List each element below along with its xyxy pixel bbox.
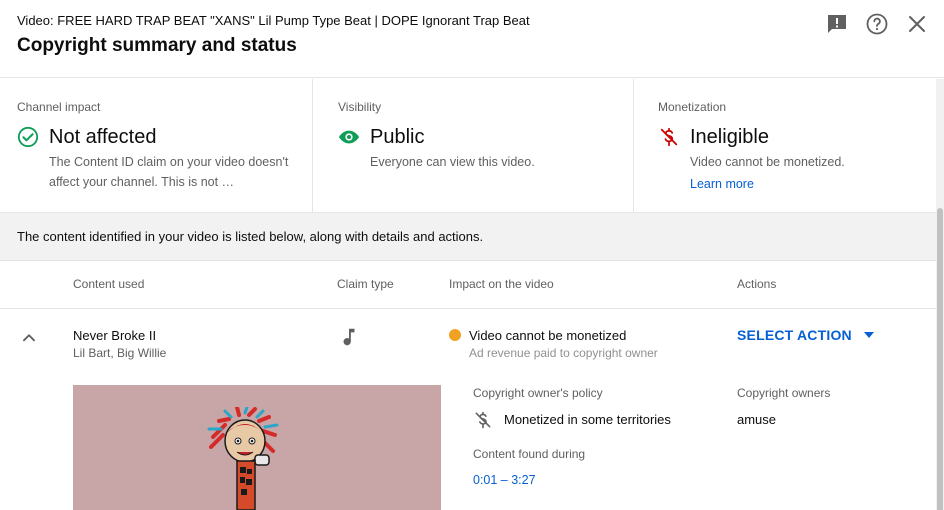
content-artists: Lil Bart, Big Willie: [73, 346, 167, 360]
content-thumbnail: [73, 385, 441, 510]
select-action-label: SELECT ACTION: [737, 327, 852, 343]
content-found-label: Content found during: [473, 447, 586, 461]
learn-more-link[interactable]: Learn more: [690, 177, 754, 191]
copyright-owners-value: amuse: [737, 412, 777, 427]
header-content-used: Content used: [73, 277, 145, 291]
channel-impact-description: The Content ID claim on your video doesn…: [49, 155, 289, 189]
caret-down-icon: [863, 332, 874, 338]
scrollbar-thumb[interactable]: [937, 208, 943, 510]
channel-impact-card: Channel impact Not affected The Content …: [0, 79, 313, 212]
monetization-status: Ineligible: [690, 126, 769, 148]
policy-label: Copyright owner's policy: [473, 386, 603, 400]
impact-summary: Channel impact Not affected The Content …: [0, 79, 936, 212]
monetization-card: Monetization Ineligible Video cannot be …: [634, 79, 936, 212]
impact-subtext: Ad revenue paid to copyright owner: [469, 346, 658, 360]
dialog-title: Copyright summary and status: [17, 35, 297, 56]
header-impact: Impact on the video: [449, 277, 554, 291]
select-action-button[interactable]: SELECT ACTION: [737, 327, 874, 343]
info-band-text: The content identified in your video is …: [17, 229, 484, 244]
info-band: The content identified in your video is …: [0, 212, 936, 261]
visibility-label: Visibility: [338, 100, 382, 114]
cartoon-character-image: [207, 407, 279, 510]
scrollbar-track[interactable]: [936, 79, 944, 510]
channel-impact-status: Not affected: [49, 126, 157, 148]
eye-icon: [338, 126, 360, 148]
dollar-off-icon: [473, 410, 493, 430]
help-icon[interactable]: [865, 12, 889, 36]
channel-impact-label: Channel impact: [17, 100, 101, 114]
impact-status-dot: [449, 329, 461, 341]
header-claim-type: Claim type: [337, 277, 394, 291]
dialog-header: Video: FREE HARD TRAP BEAT "XANS" Lil Pu…: [0, 0, 944, 78]
check-circle-icon: [17, 126, 39, 148]
claims-table-header: Content used Claim type Impact on the vi…: [0, 261, 936, 309]
collapse-chevron-icon[interactable]: [18, 327, 40, 349]
music-note-icon: [338, 326, 360, 348]
close-icon[interactable]: [905, 12, 929, 36]
monetization-label: Monetization: [658, 100, 727, 114]
dollar-off-icon: [658, 126, 680, 148]
monetization-description: Video cannot be monetized.: [690, 155, 845, 169]
impact-text: Video cannot be monetized: [469, 328, 627, 343]
content-found-timestamp-link[interactable]: 0:01 – 3:27: [473, 473, 536, 487]
feedback-icon[interactable]: [825, 12, 849, 36]
video-title: Video: FREE HARD TRAP BEAT "XANS" Lil Pu…: [17, 13, 530, 28]
visibility-description: Everyone can view this video.: [370, 155, 535, 169]
table-row: Never Broke II Lil Bart, Big Willie Vide…: [0, 309, 936, 510]
header-actions: Actions: [737, 277, 777, 291]
content-title: Never Broke II: [73, 328, 157, 343]
visibility-card: Visibility Public Everyone can view this…: [313, 79, 634, 212]
visibility-status: Public: [370, 126, 425, 148]
copyright-owners-label: Copyright owners: [737, 386, 831, 400]
policy-value: Monetized in some territories: [504, 412, 671, 427]
